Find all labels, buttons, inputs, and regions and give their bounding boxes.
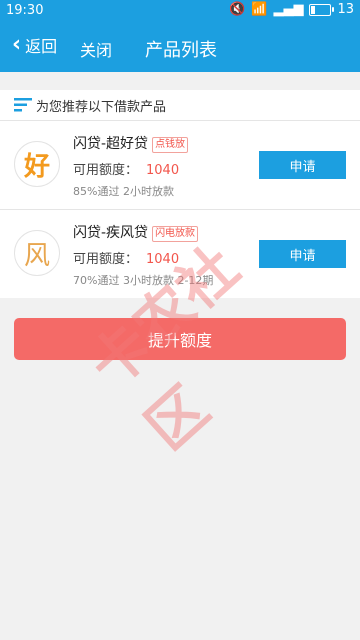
product-logo-icon: 风 — [14, 230, 60, 276]
raise-limit-button[interactable]: 提升额度 — [14, 318, 346, 360]
product-tag: 点钱放 — [152, 137, 189, 153]
list-icon — [14, 98, 32, 112]
apply-button[interactable]: 申请 — [259, 151, 346, 179]
product-name: 闪贷-疾风贷 闪电放款 — [73, 222, 199, 242]
close-button[interactable]: 关闭 — [80, 37, 112, 61]
battery-icon — [309, 3, 335, 16]
apply-button[interactable]: 申请 — [259, 240, 346, 268]
product-tag: 闪电放款 — [152, 226, 199, 242]
recommend-header: 为您推荐以下借款产品 — [0, 90, 360, 121]
page-title: 产品列表 — [145, 40, 217, 61]
nav-header: ‹ 返回 关闭 产品列表 — [0, 22, 360, 72]
product-quota: 可用额度： 1040 — [73, 163, 180, 178]
back-label: 返回 — [25, 36, 58, 56]
chevron-left-icon: ‹ — [12, 32, 22, 57]
product-card: 好 闪贷-超好贷 点钱放 可用额度： 1040 85%通过 2小时放款 申请 — [0, 121, 360, 210]
signal-icon: ▂▄▆ — [273, 2, 304, 17]
quota-value: 1040 — [146, 163, 180, 178]
product-card: 风 闪贷-疾风贷 闪电放款 可用额度： 1040 70%通过 3小时放款 2-12期… — [0, 210, 360, 298]
battery-level: 13 — [337, 2, 354, 17]
product-logo-icon: 好 — [14, 141, 60, 187]
product-meta: 70%通过 3小时放款 2-12期 — [73, 274, 214, 287]
quota-value: 1040 — [146, 252, 180, 267]
product-quota: 可用额度： 1040 — [73, 252, 180, 267]
product-name: 闪贷-超好贷 点钱放 — [73, 133, 189, 153]
product-meta: 85%通过 2小时放款 — [73, 185, 174, 198]
status-bar: 19:30 🔇 📶 ▂▄▆ 13 — [0, 0, 360, 22]
back-button[interactable]: ‹ 返回 — [12, 32, 57, 57]
mute-icon: 🔇 — [229, 2, 246, 17]
recommend-title: 为您推荐以下借款产品 — [36, 100, 167, 115]
wifi-icon: 📶 — [251, 2, 268, 17]
status-time: 19:30 — [6, 3, 44, 18]
status-icons: 🔇 📶 ▂▄▆ 13 — [229, 2, 354, 17]
